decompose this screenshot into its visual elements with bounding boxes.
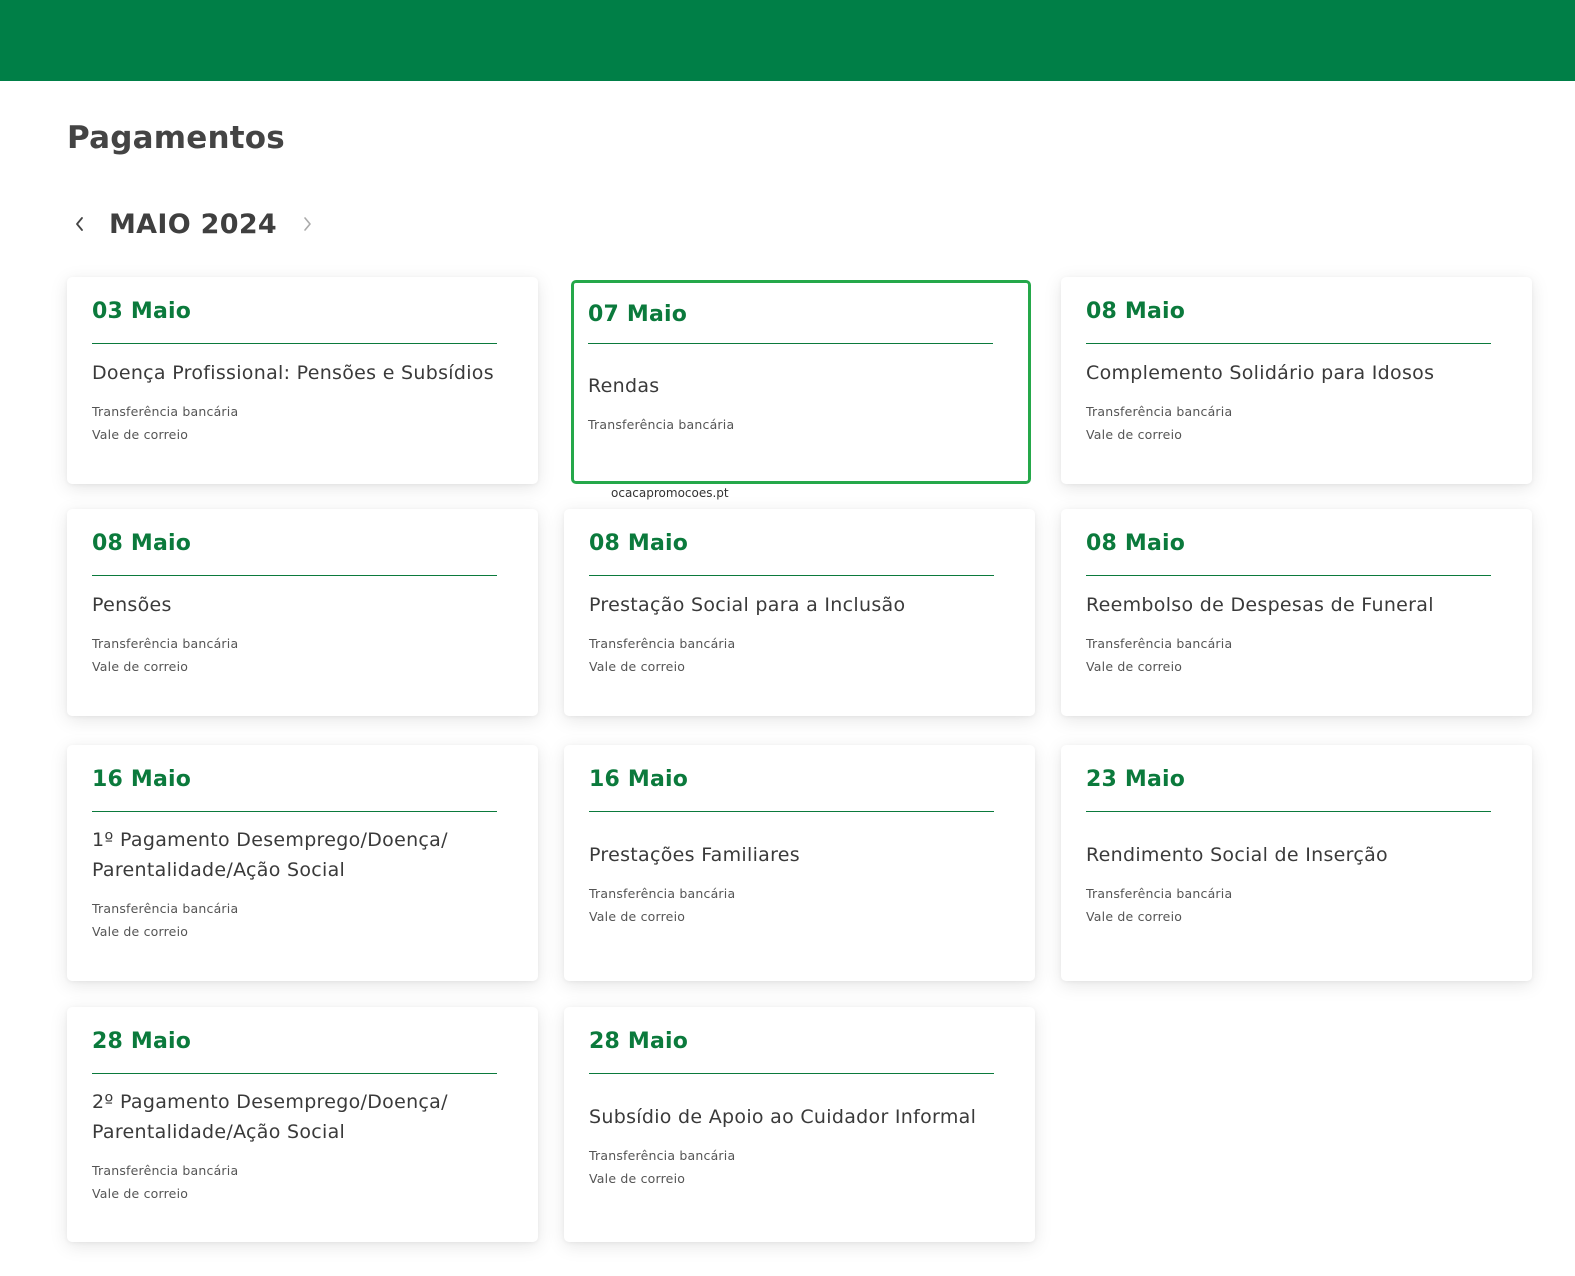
header-bar xyxy=(0,0,1575,81)
payment-date: 08 Maio xyxy=(92,531,192,556)
payment-title: 1º Pagamento Desemprego/Doença/ Parental… xyxy=(92,829,448,881)
payment-title: Reembolso de Despesas de Funeral xyxy=(1086,593,1434,616)
payment-method: Transferência bancária xyxy=(589,1147,736,1163)
payment-card-selected[interactable]: 07 Maio Rendas Transferência bancária xyxy=(571,280,1031,484)
payment-date: 23 Maio xyxy=(1086,767,1186,792)
payment-title: Complemento Solidário para Idosos xyxy=(1086,361,1435,384)
payment-card[interactable]: 28 Maio 2º Pagamento Desemprego/Doença/ … xyxy=(67,1007,538,1242)
payment-date: 28 Maio xyxy=(589,1029,689,1054)
payment-method: Transferência bancária xyxy=(1086,886,1233,901)
month-navigation: MAIO 2024 xyxy=(67,203,320,245)
payment-method: Vale de correio xyxy=(589,658,686,674)
payment-date: 16 Maio xyxy=(589,767,689,792)
payment-card[interactable]: 03 Maio Doença Profissional: Pensões e S… xyxy=(67,277,538,484)
payment-card[interactable]: 08 Maio Complemento Solidário para Idoso… xyxy=(1061,277,1532,484)
payment-date: 08 Maio xyxy=(1086,531,1186,556)
payment-card[interactable]: 16 Maio Prestações Familiares Transferên… xyxy=(564,745,1035,981)
payment-title: Pensões xyxy=(92,593,172,616)
payment-date: 08 Maio xyxy=(589,531,689,556)
payment-title: Prestações Familiares xyxy=(589,844,800,866)
payment-date: 08 Maio xyxy=(1086,299,1186,324)
prev-month-button[interactable] xyxy=(67,203,93,245)
payment-method: Vale de correio xyxy=(1086,658,1183,674)
payment-card[interactable]: 08 Maio Reembolso de Despesas de Funeral… xyxy=(1061,509,1532,716)
payment-title: Prestação Social para a Inclusão xyxy=(589,593,906,616)
payment-date: 07 Maio xyxy=(588,302,688,327)
payment-method: Vale de correio xyxy=(92,924,189,939)
payment-method: Transferência bancária xyxy=(92,403,239,419)
next-month-button[interactable] xyxy=(294,203,320,245)
payment-method: Vale de correio xyxy=(589,1170,686,1186)
payment-method: Vale de correio xyxy=(92,426,189,442)
payment-method: Transferência bancária xyxy=(92,1162,239,1178)
payment-card[interactable]: 28 Maio Subsídio de Apoio ao Cuidador In… xyxy=(564,1007,1035,1242)
payment-method: Vale de correio xyxy=(92,658,189,674)
payment-method: Transferência bancária xyxy=(589,635,736,651)
watermark-text: ocacapromocoes.pt xyxy=(611,486,729,500)
payment-card[interactable]: 08 Maio Prestação Social para a Inclusão… xyxy=(564,509,1035,716)
payment-method: Transferência bancária xyxy=(92,635,239,651)
payment-method: Vale de correio xyxy=(589,909,686,924)
chevron-left-icon xyxy=(76,217,83,231)
payment-method: Vale de correio xyxy=(92,1185,189,1201)
chevron-right-icon xyxy=(304,217,311,231)
payment-method: Vale de correio xyxy=(1086,909,1183,924)
payment-title: Doença Profissional: Pensões e Subsídios xyxy=(92,361,494,384)
payment-card[interactable]: 23 Maio Rendimento Social de Inserção Tr… xyxy=(1061,745,1532,981)
payment-date: 03 Maio xyxy=(92,299,192,324)
month-label: MAIO 2024 xyxy=(109,208,278,240)
payment-method: Transferência bancária xyxy=(1086,403,1233,419)
payment-method: Transferência bancária xyxy=(588,416,735,432)
payment-title: Rendas xyxy=(588,374,660,397)
payment-method: Transferência bancária xyxy=(92,901,239,916)
payment-method: Transferência bancária xyxy=(1086,635,1233,651)
payment-date: 16 Maio xyxy=(92,767,192,792)
payment-date: 28 Maio xyxy=(92,1029,192,1054)
payment-method: Vale de correio xyxy=(1086,426,1183,442)
payment-card[interactable]: 16 Maio 1º Pagamento Desemprego/Doença/ … xyxy=(67,745,538,981)
payment-card[interactable]: 08 Maio Pensões Transferência bancária V… xyxy=(67,509,538,716)
payment-title: 2º Pagamento Desemprego/Doença/ Parental… xyxy=(92,1090,448,1143)
page-title: Pagamentos xyxy=(67,120,285,156)
payment-title: Subsídio de Apoio ao Cuidador Informal xyxy=(589,1105,977,1128)
payment-title: Rendimento Social de Inserção xyxy=(1086,844,1388,866)
payment-method: Transferência bancária xyxy=(589,886,736,901)
